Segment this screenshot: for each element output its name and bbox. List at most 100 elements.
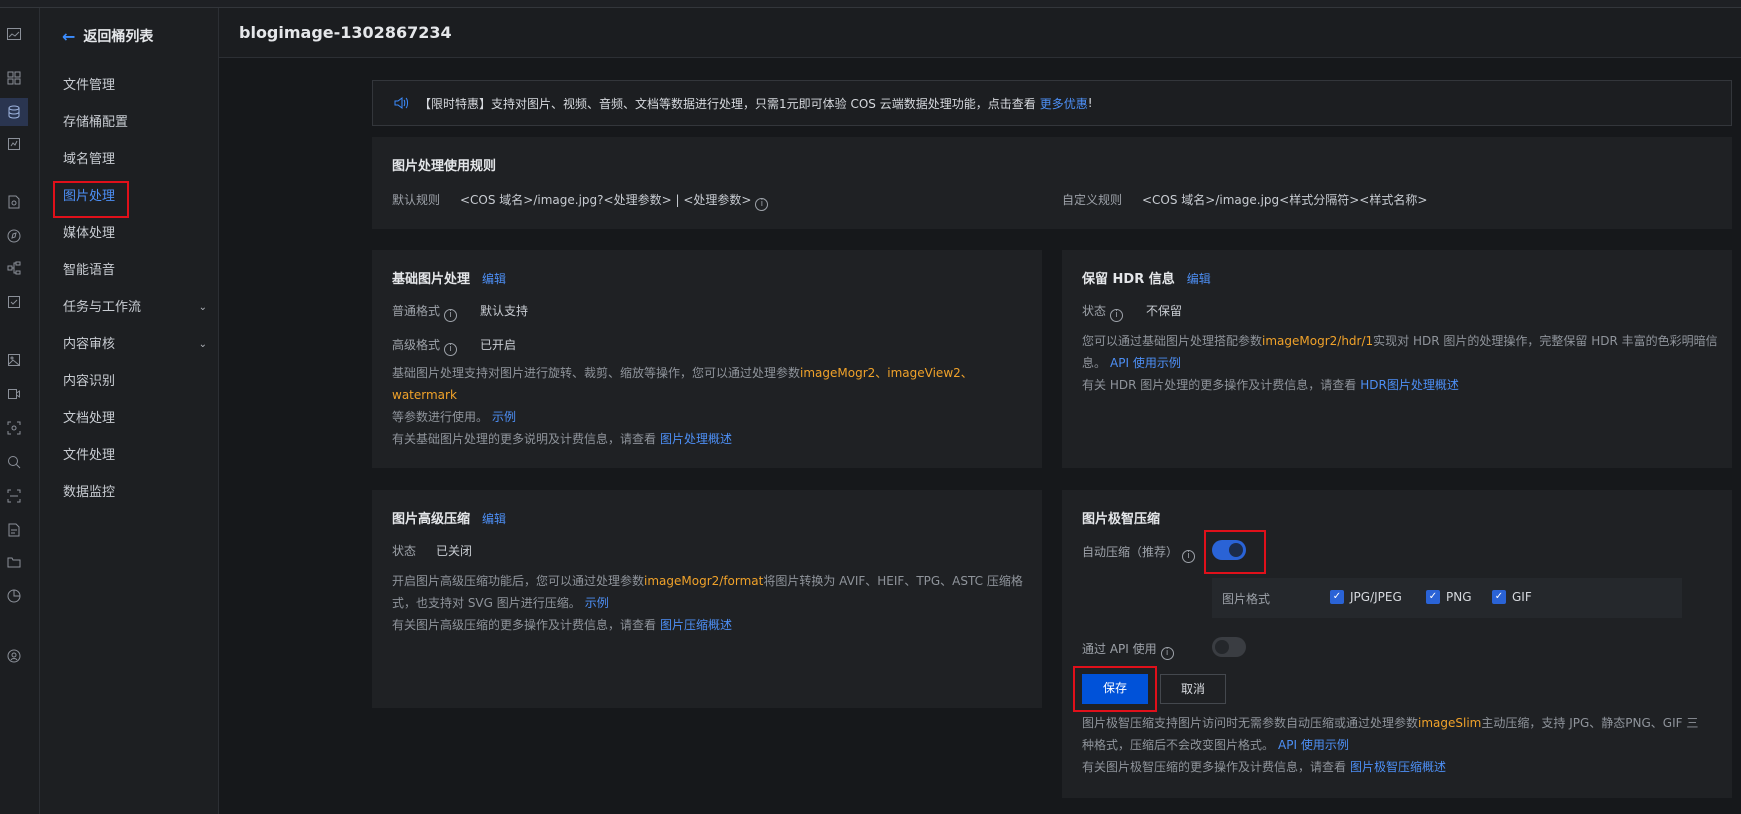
banner-text: 【限时特惠】支持对图片、视频、音频、文档等数据进行处理，只需1元即可体验 COS… — [419, 96, 1036, 111]
sidebar-item-domain[interactable]: 域名管理 — [63, 150, 213, 170]
hdr-edit-link[interactable]: 编辑 — [1187, 272, 1211, 286]
chevron-down-icon: ⌄ — [198, 339, 207, 350]
basic-more: 有关基础图片处理的更多说明及计费信息，请查看 — [392, 432, 657, 446]
hdr-more-link[interactable]: HDR图片处理概述 — [1360, 378, 1459, 392]
checklist-icon[interactable] — [6, 294, 22, 310]
advanced-compression-card: 图片高级压缩 编辑 状态 已关闭 开启图片高级压缩功能后，您可以通过处理参数ima… — [372, 490, 1042, 708]
basic-more-link[interactable]: 图片处理概述 — [660, 432, 732, 446]
advcompress-description: 开启图片高级压缩功能后，您可以通过处理参数imageMogr2/format将图… — [392, 570, 1032, 636]
magnifier-icon[interactable] — [6, 454, 22, 470]
info-icon[interactable]: i — [1160, 647, 1174, 660]
advcompress-example-link[interactable]: 示例 — [585, 596, 609, 610]
advcompress-desc-3: 式，也支持对 SVG 图片进行压缩。 — [392, 596, 581, 610]
advcompress-desc-1: 开启图片高级压缩功能后，您可以通过处理参数 — [392, 574, 645, 588]
api-use-toggle[interactable] — [1212, 637, 1246, 657]
hdr-title: 保留 HDR 信息 编辑 — [1082, 268, 1211, 287]
api-use-label: 通过 API 使用 i — [1082, 640, 1174, 660]
sidebar-item-media[interactable]: 媒体处理 — [63, 224, 213, 244]
info-icon[interactable]: i — [1110, 309, 1124, 322]
custom-rule-label: 自定义规则 — [1062, 193, 1123, 207]
account-icon[interactable] — [6, 648, 22, 664]
slim-desc-1: 图片极智压缩支持图片访问时无需参数自动压缩或通过处理参数 — [1082, 716, 1419, 730]
hdr-title-text: 保留 HDR 信息 — [1082, 272, 1175, 287]
document-icon[interactable] — [6, 522, 22, 538]
hdr-more: 有关 HDR 图片处理的更多操作及计费信息，请查看 — [1082, 378, 1357, 392]
normal-format-value: 默认支持 — [480, 304, 529, 318]
back-to-bucket-list[interactable]: ← 返回桶列表 — [62, 26, 153, 46]
scan-icon[interactable] — [6, 420, 22, 436]
basic-edit-link[interactable]: 编辑 — [482, 272, 506, 286]
hdr-card: 保留 HDR 信息 编辑 状态 i 不保留 您可以通过基础图片处理搭配参数image… — [1062, 250, 1732, 468]
workflow-icon[interactable] — [6, 260, 22, 276]
hdr-desc-2: 实现对 HDR 图片的处理操作，完整保留 HDR 丰富的色彩明暗信 — [1373, 334, 1718, 348]
media-icon[interactable] — [6, 386, 22, 402]
sidebar-item-content-recognition[interactable]: 内容识别 — [63, 372, 213, 392]
info-icon[interactable]: i — [1182, 550, 1196, 563]
sidebar: ← 返回桶列表 文件管理 存储桶配置 域名管理 图片处理 媒体处理 智能语音 任… — [40, 8, 219, 814]
slim-api-link[interactable]: API 使用示例 — [1278, 738, 1349, 752]
slim-param: imageSlim — [1418, 716, 1482, 730]
basic-processing-card: 基础图片处理 编辑 普通格式 i 默认支持 高级格式 i 已开启 基础图片处理支持对图… — [372, 250, 1042, 468]
folder-icon[interactable] — [6, 554, 22, 570]
sidebar-item-file-processing[interactable]: 文件处理 — [63, 446, 213, 466]
dashboard-icon[interactable] — [6, 70, 22, 86]
slim-more: 有关图片极智压缩的更多操作及计费信息，请查看 — [1082, 760, 1347, 774]
cancel-button[interactable]: 取消 — [1160, 674, 1226, 704]
info-icon[interactable]: i — [755, 198, 769, 211]
arrow-left-icon: ← — [62, 26, 76, 46]
checkbox-jpg[interactable]: ✓ JPG/JPEG — [1330, 590, 1402, 604]
basic-example-link[interactable]: 示例 — [492, 410, 516, 424]
custom-rule-value: <COS 域名>/image.jpg<样式分隔符><样式名称> — [1142, 193, 1428, 207]
advanced-format-label: 高级格式 i — [392, 336, 458, 356]
sidebar-item-label: 域名管理 — [63, 152, 116, 167]
hdr-api-link[interactable]: API 使用示例 — [1110, 356, 1181, 370]
api-use-text: 通过 API 使用 — [1082, 642, 1157, 656]
info-icon[interactable]: i — [444, 309, 458, 322]
advcompress-desc-2: 将图片转换为 AVIF、HEIF、TPG、ASTC 压缩格 — [763, 574, 1023, 588]
image-icon[interactable] — [6, 26, 22, 42]
chevron-down-icon: ⌄ — [198, 302, 207, 313]
speaker-icon — [393, 95, 409, 111]
hdr-status-label: 状态 i — [1082, 302, 1124, 322]
back-label: 返回桶列表 — [83, 29, 154, 45]
sidebar-item-monitoring[interactable]: 数据监控 — [63, 483, 213, 503]
info-icon[interactable]: i — [444, 343, 458, 356]
pie-chart-icon[interactable] — [6, 588, 22, 604]
compass-icon[interactable] — [6, 228, 22, 244]
sidebar-item-label: 任务与工作流 — [63, 300, 142, 315]
bucket-list-icon[interactable] — [0, 98, 28, 126]
slim-desc-3: 种格式，压缩后不会改变图片格式。 — [1082, 738, 1275, 752]
advcompress-more-link[interactable]: 图片压缩概述 — [660, 618, 732, 632]
advcompress-more: 有关图片高级压缩的更多操作及计费信息，请查看 — [392, 618, 657, 632]
checkbox-gif[interactable]: ✓ GIF — [1492, 590, 1532, 604]
check-icon: ✓ — [1492, 590, 1506, 604]
banner-tail: ! — [1087, 96, 1093, 110]
sidebar-item-label: 文档处理 — [63, 411, 116, 426]
slim-more-link[interactable]: 图片极智压缩概述 — [1350, 760, 1446, 774]
image-format-panel: 图片格式 ✓ JPG/JPEG ✓ PNG ✓ GIF — [1212, 578, 1682, 618]
basic-title: 基础图片处理 编辑 — [392, 268, 506, 287]
advcompress-status-label: 状态 — [392, 544, 417, 558]
checkbox-label: JPG/JPEG — [1350, 590, 1402, 604]
sidebar-item-tasks-workflow[interactable]: 任务与工作流 ⌄ — [63, 298, 213, 318]
sidebar-item-label: 内容审核 — [63, 337, 116, 352]
banner-more-link[interactable]: 更多优惠 — [1040, 95, 1088, 112]
hdr-desc-1: 您可以通过基础图片处理搭配参数 — [1082, 334, 1263, 348]
sidebar-item-content-audit[interactable]: 内容审核 ⌄ — [63, 335, 213, 355]
file-chart-icon[interactable] — [6, 136, 22, 152]
checkbox-png[interactable]: ✓ PNG — [1426, 590, 1472, 604]
icon-rail — [0, 8, 40, 814]
search-file-icon[interactable] — [6, 194, 22, 210]
rules-title: 图片处理使用规则 — [392, 159, 497, 174]
advcompress-title: 图片高级压缩 编辑 — [392, 508, 506, 527]
check-icon: ✓ — [1426, 590, 1440, 604]
hdr-status-text: 状态 — [1082, 304, 1107, 318]
sidebar-item-doc-processing[interactable]: 文档处理 — [63, 409, 213, 429]
advcompress-edit-link[interactable]: 编辑 — [482, 512, 506, 526]
slim-title: 图片极智压缩 — [1082, 512, 1161, 527]
frame-icon[interactable] — [6, 488, 22, 504]
picture-icon[interactable] — [6, 352, 22, 368]
sidebar-item-bucket-config[interactable]: 存储桶配置 — [63, 113, 213, 133]
sidebar-item-file-management[interactable]: 文件管理 — [63, 76, 213, 96]
sidebar-item-speech[interactable]: 智能语音 — [63, 261, 213, 281]
